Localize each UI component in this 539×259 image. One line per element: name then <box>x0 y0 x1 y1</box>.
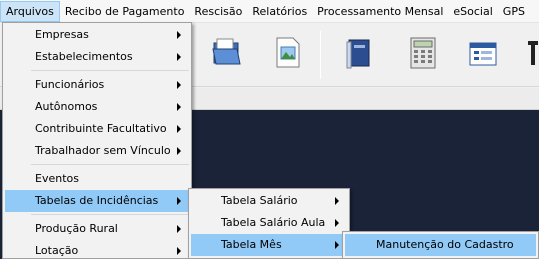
menu-item-label: Lotação <box>35 244 79 257</box>
submenu-arrow-icon <box>177 53 181 61</box>
menu-item-empresas[interactable]: Empresas <box>5 24 189 46</box>
menu-item-label: Produção Rural <box>35 222 118 235</box>
menu-item-trabalhador-sem-vinculo[interactable]: Trabalhador sem Vínculo <box>5 140 189 162</box>
menu-item-tabelas-de-incidencias[interactable]: Tabelas de Incidências <box>5 190 189 212</box>
calculator-icon[interactable] <box>402 33 442 73</box>
menu-item-label: Manutenção do Cadastro <box>376 238 514 251</box>
menu-item-label: Tabela Mês <box>221 238 282 251</box>
menu-item-lotacao[interactable]: Lotação <box>5 240 189 259</box>
menu-item-label: Eventos <box>35 172 79 185</box>
menu-item-label: Tabelas de Incidências <box>35 194 159 207</box>
submenu-arrow-icon <box>335 197 339 205</box>
menu-item-eventos[interactable]: Eventos <box>5 168 189 190</box>
menu-item-tabela-mes[interactable]: Tabela Mês <box>191 234 347 256</box>
menu-item-label: Trabalhador sem Vínculo <box>35 144 171 157</box>
menu-recibo-de-pagamento[interactable]: Recibo de Pagamento <box>60 1 190 22</box>
menu-item-label: Tabela Salário <box>221 194 298 207</box>
menu-item-contribuinte-facultativo[interactable]: Contribuinte Facultativo <box>5 118 189 140</box>
menu-item-manutencao-do-cadastro[interactable]: Manutenção do Cadastro <box>345 234 536 256</box>
toolbar-separator <box>320 31 321 79</box>
menu-item-label: Tabela Salário Aula <box>221 216 326 229</box>
menu-item-label: Funcionários <box>35 78 105 91</box>
submenu-arrow-icon <box>177 147 181 155</box>
menu-bar: Arquivos Recibo de Pagamento Rescisão Re… <box>0 0 539 23</box>
menu-item-producao-rural[interactable]: Produção Rural <box>5 218 189 240</box>
window-list-icon[interactable] <box>464 33 504 73</box>
menu-item-tabela-salario-aula[interactable]: Tabela Salário Aula <box>191 212 347 234</box>
menu-item-label: Empresas <box>35 28 89 41</box>
tabela-mes-submenu: Manutenção do Cadastro <box>342 231 539 259</box>
image-document-icon[interactable] <box>268 33 308 73</box>
menu-item-estabelecimentos[interactable]: Estabelecimentos <box>5 46 189 68</box>
menu-divider <box>31 70 189 71</box>
book-icon[interactable] <box>338 33 378 73</box>
submenu-arrow-icon <box>177 125 181 133</box>
submenu-arrow-icon <box>177 81 181 89</box>
submenu-arrow-icon <box>177 247 181 255</box>
tool-icon[interactable] <box>524 33 539 73</box>
submenu-arrow-icon <box>177 197 181 205</box>
menu-item-label: Contribuinte Facultativo <box>35 122 167 135</box>
menu-item-funcionarios[interactable]: Funcionários <box>5 74 189 96</box>
incidencias-submenu: Tabela Salário Tabela Salário Aula Tabel… <box>188 188 350 259</box>
submenu-arrow-icon <box>177 103 181 111</box>
menu-divider <box>31 164 189 165</box>
menu-item-autonomos[interactable]: Autônomos <box>5 96 189 118</box>
submenu-arrow-icon <box>335 219 339 227</box>
menu-item-label: Estabelecimentos <box>35 50 133 63</box>
arquivos-dropdown: Empresas Estabelecimentos Funcionários A… <box>2 22 192 259</box>
submenu-arrow-icon <box>335 241 339 249</box>
menu-relatorios[interactable]: Relatórios <box>247 1 312 22</box>
menu-rescisao[interactable]: Rescisão <box>189 1 247 22</box>
menu-item-label: Autônomos <box>35 100 98 113</box>
submenu-arrow-icon <box>177 31 181 39</box>
menu-esocial[interactable]: eSocial <box>448 1 497 22</box>
menu-divider <box>31 214 189 215</box>
folder-open-icon[interactable] <box>208 33 248 73</box>
menu-gps[interactable]: GPS <box>498 1 530 22</box>
menu-item-tabela-salario[interactable]: Tabela Salário <box>191 190 347 212</box>
menu-arquivos[interactable]: Arquivos <box>0 0 60 22</box>
submenu-arrow-icon <box>177 225 181 233</box>
menu-processamento-mensal[interactable]: Processamento Mensal <box>312 1 448 22</box>
